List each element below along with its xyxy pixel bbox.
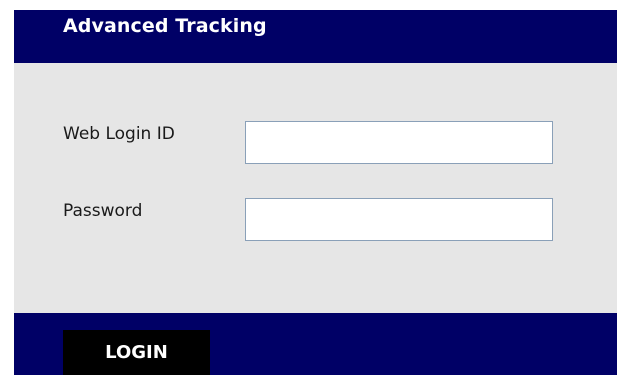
web-login-id-input[interactable] [245,121,553,164]
password-input[interactable] [245,198,553,241]
login-button[interactable]: LOGIN [63,330,210,375]
web-login-id-label: Web Login ID [63,124,175,144]
password-label: Password [63,201,143,221]
page-title: Advanced Tracking [63,15,267,37]
